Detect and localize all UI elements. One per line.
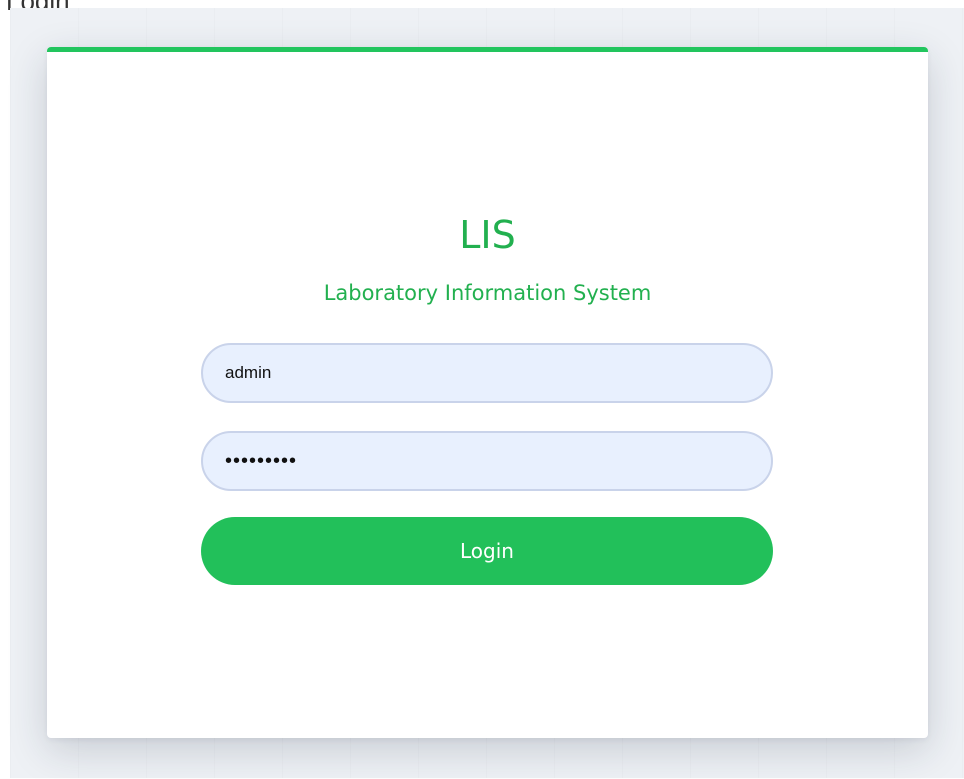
login-page: Login LIS Laboratory Information System … xyxy=(0,0,964,779)
username-input[interactable] xyxy=(201,343,773,403)
login-button[interactable]: Login xyxy=(201,517,773,585)
app-subtitle: Laboratory Information System xyxy=(323,281,652,305)
app-title: LIS xyxy=(459,213,516,257)
password-input[interactable] xyxy=(201,431,773,491)
card-accent-bar xyxy=(47,47,928,52)
login-card: LIS Laboratory Information System Login xyxy=(47,47,928,738)
